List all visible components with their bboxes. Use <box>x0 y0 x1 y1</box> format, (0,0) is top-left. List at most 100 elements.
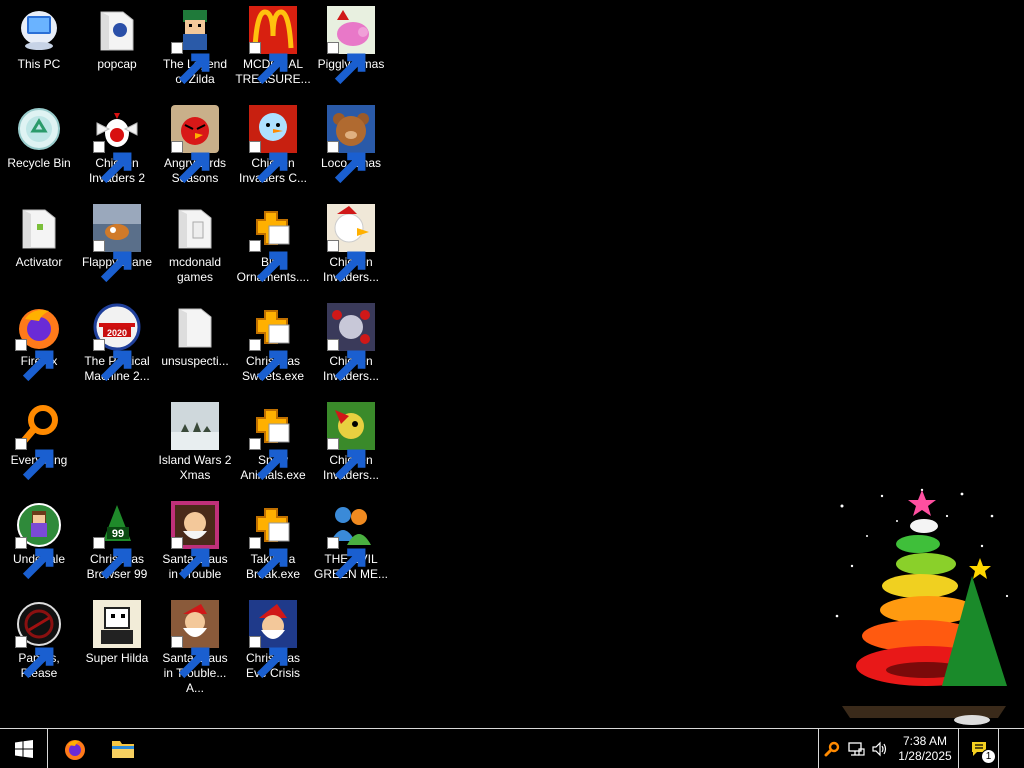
shortcut-arrow-icon <box>249 339 288 382</box>
teddy-bear-icon <box>327 105 375 184</box>
santa-face-icon <box>249 600 297 679</box>
undertale-icon <box>15 501 63 580</box>
icon-mcdonald-games[interactable]: mcdonald games <box>156 198 234 294</box>
icon-label: Recycle Bin <box>7 156 71 170</box>
icon-piggly-xmas[interactable]: Piggly Xmas <box>312 0 390 96</box>
icon-label: unsuspecti... <box>161 354 229 368</box>
icon-popcap[interactable]: popcap <box>78 0 156 96</box>
clock-time: 7:38 AM <box>902 733 947 748</box>
icon-chicken-invaders-5[interactable]: Chicken Invaders... <box>312 396 390 492</box>
tray-clock[interactable]: 7:38 AM 1/28/2025 <box>892 729 958 768</box>
mcdonalds-logo-icon <box>249 6 297 85</box>
icon-label: Activator <box>15 255 63 269</box>
puzzle-exe-icon <box>249 501 297 580</box>
christmas-tree-decoration-icon <box>835 488 1009 725</box>
shortcut-arrow-icon <box>171 537 210 580</box>
icon-blue-ornaments[interactable]: Blue Ornaments.... <box>234 198 312 294</box>
shortcut-arrow-icon <box>93 339 132 382</box>
icon-recycle-bin[interactable]: Recycle Bin <box>0 99 78 195</box>
chicken-icon <box>327 402 375 481</box>
icon-undertale[interactable]: Undertale <box>0 495 78 591</box>
icon-label: Island Wars 2 Xmas <box>158 453 232 482</box>
magnifier-icon <box>15 402 63 481</box>
icon-flappy-plane[interactable]: Flappy Plane <box>78 198 156 294</box>
start-button[interactable] <box>0 729 48 768</box>
angry-bird-icon <box>171 105 219 184</box>
recycle-bin-icon <box>15 105 63 153</box>
icon-christmas-sweets[interactable]: Christmas Sweets.exe <box>234 297 312 393</box>
santa-claus-icon <box>171 501 219 580</box>
folder-icon <box>171 303 219 351</box>
icon-angry-birds[interactable]: Angry Birds Seasons <box>156 99 234 195</box>
folder-icon <box>171 204 219 252</box>
shortcut-arrow-icon <box>327 141 366 184</box>
icon-activator[interactable]: Activator <box>0 198 78 294</box>
icon-santa-claus-trouble[interactable]: Santa Claus in Trouble <box>156 495 234 591</box>
pig-icon <box>327 6 375 85</box>
shortcut-arrow-icon <box>93 537 132 580</box>
show-desktop-button[interactable] <box>998 729 1024 768</box>
icon-christmas-browser[interactable]: 99 Christmas Browser 99 <box>78 495 156 591</box>
papers-please-icon <box>15 600 63 679</box>
messenger-people-icon <box>327 501 375 580</box>
icon-firefox[interactable]: Firefox <box>0 297 78 393</box>
taskbar-firefox-button[interactable] <box>52 729 98 768</box>
computer-icon <box>15 6 63 54</box>
folder-icon <box>15 204 63 252</box>
shortcut-arrow-icon <box>249 141 288 184</box>
shortcut-arrow-icon <box>249 636 288 679</box>
spaceship-icon <box>327 303 375 382</box>
icon-label: This PC <box>17 57 61 71</box>
tray-network-button[interactable] <box>844 729 868 768</box>
tray-volume-button[interactable] <box>868 729 892 768</box>
icon-political-machine[interactable]: 2020 The Political Machine 2... <box>78 297 156 393</box>
taskbar-file-explorer-button[interactable] <box>100 729 146 768</box>
icon-taking-a-break[interactable]: Taking a Break.exe <box>234 495 312 591</box>
network-icon <box>848 741 865 756</box>
desktop[interactable]: This PC Recycle Bin Activator Firefox Ev… <box>0 0 1024 728</box>
icon-chicken-invaders-4[interactable]: Chicken Invaders... <box>312 297 390 393</box>
zilda-character-icon <box>171 6 219 85</box>
shortcut-arrow-icon <box>327 339 366 382</box>
icon-unsuspecti[interactable]: unsuspecti... <box>156 297 234 393</box>
puzzle-exe-icon <box>249 402 297 481</box>
icon-chicken-invaders-3[interactable]: Chicken Invaders... <box>312 198 390 294</box>
puzzle-exe-icon <box>249 303 297 382</box>
icon-christmas-eve-crisis[interactable]: Christmas Eve Crisis <box>234 594 312 690</box>
icon-this-pc[interactable]: This PC <box>0 0 78 96</box>
icon-chicken-invaders-2[interactable]: Chicken Invaders 2 <box>78 99 156 195</box>
icon-label: mcdonald games <box>168 255 222 284</box>
shortcut-arrow-icon <box>93 141 132 184</box>
snowman-icon <box>249 105 297 184</box>
icon-island-wars[interactable]: Island Wars 2 Xmas <box>156 396 234 492</box>
icon-chicken-invaders-c[interactable]: Chicken Invaders C... <box>234 99 312 195</box>
shortcut-arrow-icon <box>249 42 288 85</box>
shortcut-arrow-icon <box>249 240 288 283</box>
shortcut-arrow-icon <box>327 438 366 481</box>
taskbar: 7:38 AM 1/28/2025 1 <box>0 728 1024 768</box>
shortcut-arrow-icon <box>327 240 366 283</box>
icon-loco-xmas[interactable]: Loco Xmas <box>312 99 390 195</box>
magnifier-icon <box>824 741 839 756</box>
icon-everything[interactable]: Everything <box>0 396 78 492</box>
icon-evil-green-me[interactable]: THE EVIL GREEN ME... <box>312 495 390 591</box>
folder-icon <box>93 6 141 54</box>
puzzle-exe-icon <box>249 204 297 283</box>
shortcut-arrow-icon <box>249 537 288 580</box>
icon-super-hilda[interactable]: Super Hilda <box>78 594 156 690</box>
shortcut-arrow-icon <box>15 438 54 481</box>
action-center-button[interactable]: 1 <box>958 729 998 768</box>
icon-legend-of-zilda[interactable]: The Legend of Zilda <box>156 0 234 96</box>
icon-label: popcap <box>97 57 137 71</box>
shortcut-arrow-icon <box>15 339 54 382</box>
icon-snow-animals[interactable]: Snow Animals.exe <box>234 396 312 492</box>
icon-santa-claus-trouble-a[interactable]: Santa Claus in Trouble... A... <box>156 594 234 695</box>
speaker-icon <box>872 741 887 756</box>
christmas-tree-icon: 99 <box>93 501 141 580</box>
icon-mcdonal-treasure[interactable]: MCDONAL TREASURE... <box>234 0 312 96</box>
system-tray: 7:38 AM 1/28/2025 1 <box>818 729 1024 768</box>
tray-everything-button[interactable] <box>818 729 844 768</box>
flappy-plane-icon <box>93 204 141 283</box>
chicken-icon <box>93 105 141 184</box>
icon-papers-please[interactable]: Papers, Please <box>0 594 78 690</box>
